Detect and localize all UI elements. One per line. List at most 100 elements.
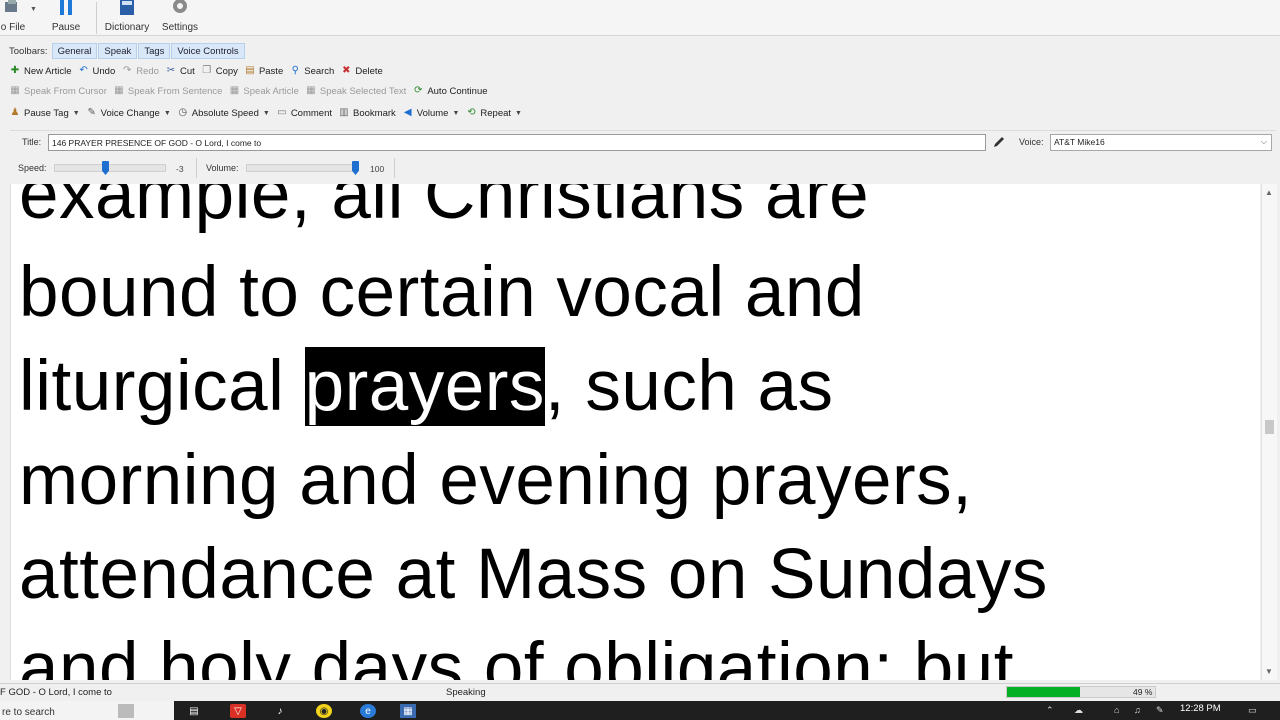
voice-change-dropdown-icon[interactable]: ▼ [164, 110, 171, 117]
volume-slider-thumb[interactable] [352, 161, 359, 175]
notification-icon[interactable]: ▭ [1248, 705, 1257, 716]
repeat-icon: ⟲ [467, 107, 476, 118]
text-line: example, all Christians are [19, 184, 869, 240]
text-segment: example, all Christians are [19, 184, 870, 234]
delete-button[interactable]: ✖ Delete [337, 62, 385, 80]
dictionary-book-icon [120, 0, 134, 15]
network-icon[interactable]: ⌂ [1114, 705, 1119, 715]
comment-icon: ▭ [277, 107, 287, 118]
open-file-button[interactable]: o File [0, 0, 26, 34]
speed-label: Speed: [18, 163, 47, 173]
taskbar-search-box[interactable]: re to search [0, 701, 174, 720]
chevron-up-icon[interactable]: ⌃ [1046, 705, 1054, 716]
voice-change-icon: ✎ [87, 107, 96, 118]
avatar[interactable] [118, 704, 134, 718]
ribbon-toolbar: o File ▼ Pause Dictionary Settings [0, 0, 1280, 36]
article-text-area[interactable]: example, all Christians are bound to cer… [10, 184, 1260, 680]
tab-speak[interactable]: Speak [98, 43, 138, 59]
voice-select[interactable]: AT&T Mike16 ⌵ [1050, 134, 1272, 151]
tab-tags[interactable]: Tags [138, 43, 171, 59]
title-input[interactable] [48, 134, 986, 151]
brave-browser-icon[interactable]: ▽ [230, 704, 246, 718]
vertical-scrollbar[interactable]: ▲ ▼ [1261, 184, 1277, 680]
new-article-button[interactable]: ✚ New Article [6, 62, 75, 80]
title-voice-row: Title: Voice: AT&T Mike16 ⌵ [10, 130, 1276, 154]
speak-from-sentence-button[interactable]: ▦ Speak From Sentence [110, 82, 226, 100]
redo-button[interactable]: ↷ Redo [118, 62, 162, 80]
status-article-title: F GOD - O Lord, I come to [0, 687, 112, 698]
text-segment: liturgical [19, 347, 305, 426]
scrollbar-thumb[interactable] [1265, 420, 1274, 434]
tab-voice-controls[interactable]: Voice Controls [171, 43, 245, 59]
progress-fill [1007, 687, 1080, 697]
voice-change-button[interactable]: ✎ Voice Change ▼ [83, 104, 174, 122]
volume-button[interactable]: ◀ Volume ▼ [399, 104, 463, 122]
snapchat-icon[interactable]: ◉ [316, 704, 332, 718]
title-label: Title: [22, 137, 42, 147]
general-toolbar-row: ✚ New Article ↶ Undo ↷ Redo ✂ Cut ❐ Copy ▤ Pas… [6, 61, 386, 81]
redo-icon: ↷ [123, 65, 132, 76]
absolute-speed-dropdown-icon[interactable]: ▼ [263, 110, 270, 117]
voice-label: Voice: [1019, 137, 1044, 147]
dictionary-button[interactable]: Dictionary [102, 0, 152, 34]
volume-dropdown-icon[interactable]: ▼ [452, 110, 459, 117]
search-button[interactable]: ⚲ Search [286, 62, 337, 80]
search-icon: ⚲ [291, 65, 299, 76]
absolute-speed-button[interactable]: ◷ Absolute Speed ▼ [174, 104, 273, 122]
tiktok-icon[interactable]: ♪ [272, 704, 288, 718]
auto-continue-icon: ⟳ [414, 85, 423, 96]
task-view-icon[interactable]: ▤ [186, 704, 202, 718]
volume-slider[interactable] [246, 161, 359, 175]
cloud-icon[interactable]: ☁ [1074, 705, 1083, 716]
speak-article-label: Speak Article [243, 85, 299, 97]
slider-divider [196, 158, 197, 178]
scroll-down-icon[interactable]: ▼ [1265, 667, 1273, 676]
repeat-button[interactable]: ⟲ Repeat ▼ [462, 104, 525, 122]
volume-label: Volume [416, 107, 449, 119]
repeat-dropdown-icon[interactable]: ▼ [515, 110, 522, 117]
undo-label: Undo [92, 65, 116, 77]
copy-button[interactable]: ❐ Copy [198, 62, 241, 80]
windows-taskbar: re to search ▤ ▽ ♪ ◉ e ▦ ⌃ ☁ ⌂ ♫ ✎ 12:28… [0, 701, 1280, 720]
clipboard-icon: ▤ [245, 65, 255, 76]
toolbars-label: Toolbars: [9, 45, 48, 57]
undo-button[interactable]: ↶ Undo [75, 62, 119, 80]
edit-pen-icon[interactable] [992, 135, 1006, 149]
edge-browser-icon[interactable]: e [360, 704, 376, 718]
pause-button[interactable]: Pause [48, 0, 84, 34]
text-segment: morning and evening prayers, [19, 441, 973, 520]
pause-tag-label: Pause Tag [24, 107, 69, 119]
taskbar-clock[interactable]: 12:28 PM [1180, 703, 1221, 714]
status-speaking: Speaking [446, 687, 486, 698]
speak-selected-text-button[interactable]: ▦ Speak Selected Text [302, 82, 409, 100]
bookmark-button[interactable]: ▥ Bookmark [335, 104, 399, 122]
paste-label: Paste [258, 65, 284, 77]
speak-article-button[interactable]: ▦ Speak Article [225, 82, 301, 100]
file-dropdown-icon[interactable]: ▼ [30, 6, 37, 13]
text-line: and holy days of obligation; but [19, 624, 1014, 680]
text-line: bound to certain vocal and [19, 248, 865, 338]
cut-button[interactable]: ✂ Cut [162, 62, 198, 80]
speed-slider-thumb[interactable] [102, 161, 109, 175]
pause-tag-dropdown-icon[interactable]: ▼ [73, 110, 80, 117]
speak-from-cursor-button[interactable]: ▦ Speak From Cursor [6, 82, 110, 100]
paste-button[interactable]: ▤ Paste [241, 62, 286, 80]
speak-toolbar-row: ▦ Speak From Cursor ▦ Speak From Sentence … [6, 81, 491, 101]
progress-percent: 49 % [1133, 687, 1153, 697]
tab-general[interactable]: General [51, 43, 98, 59]
new-document-icon: ✚ [10, 65, 20, 76]
pause-tag-icon: ♟ [10, 107, 20, 118]
auto-continue-toggle[interactable]: ⟳ Auto Continue [409, 82, 490, 100]
settings-button[interactable]: Settings [158, 0, 202, 34]
volume-tray-icon[interactable]: ♫ [1134, 705, 1141, 715]
speed-slider[interactable] [54, 161, 166, 175]
gear-icon [173, 0, 187, 13]
pause-tag-button[interactable]: ♟ Pause Tag ▼ [6, 104, 83, 122]
pen-icon[interactable]: ✎ [1156, 705, 1164, 716]
scroll-up-icon[interactable]: ▲ [1265, 188, 1273, 197]
comment-button[interactable]: ▭ Comment [273, 104, 335, 122]
text-to-speech-app-icon[interactable]: ▦ [400, 704, 416, 718]
pause-icon [60, 0, 72, 15]
text-line: morning and evening prayers, [19, 436, 972, 526]
text-segment: and holy days of obligation; but [19, 629, 1014, 680]
